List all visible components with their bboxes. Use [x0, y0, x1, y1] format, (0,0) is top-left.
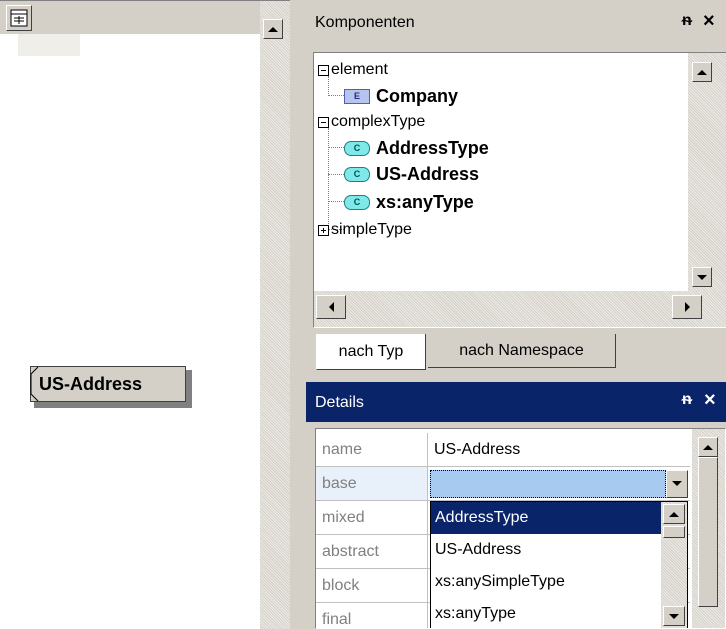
dropdown-option[interactable]: US-Address [431, 534, 687, 566]
details-key: final [316, 603, 428, 628]
details-key: mixed [316, 501, 428, 535]
base-dropdown-list[interactable]: AddressType US-Address xs:anySimpleType … [430, 501, 688, 628]
dropdown-option[interactable]: xs:anyType [431, 598, 687, 628]
diagram-vertical-scrollbar[interactable] [260, 0, 290, 629]
tree-item-label: AddressType [376, 137, 489, 158]
tree-group-simpletype[interactable]: simpleType [318, 218, 412, 242]
tree-connector [328, 174, 344, 175]
node-label: US-Address [39, 373, 143, 394]
tree-content: element E Company complexType C AddressT… [318, 58, 698, 298]
components-panel: Komponenten ᵰ × element E Company comple… [298, 0, 726, 378]
pin-icon[interactable]: ᵰ [682, 12, 692, 30]
tree-scroll-right-button[interactable] [672, 295, 702, 319]
tree-group-complextype[interactable]: complexType [318, 110, 425, 134]
node-bracket-icon [30, 366, 39, 402]
close-icon[interactable]: × [703, 10, 715, 33]
canvas-top-strip [0, 34, 260, 56]
details-value[interactable]: US-Address [428, 433, 690, 467]
element-icon: E [344, 88, 370, 104]
chevron-down-icon [672, 481, 682, 486]
tree-group-label: element [331, 61, 388, 78]
details-row-name[interactable]: name US-Address [316, 433, 690, 467]
details-scroll-thumb[interactable] [698, 457, 718, 607]
complex-type-icon: C [344, 166, 370, 182]
dropdown-option[interactable]: xs:anySimpleType [431, 566, 687, 598]
tree-connector [328, 95, 344, 96]
tree-item-label: xs:anyType [376, 191, 474, 212]
collapse-icon[interactable] [318, 64, 329, 76]
tree-connector [328, 147, 344, 148]
tree-horizontal-scrollbar[interactable] [314, 291, 726, 327]
tree-scroll-left-button[interactable] [316, 295, 346, 319]
tree-group-label: complexType [331, 113, 426, 130]
arrow-up-icon [268, 26, 278, 32]
tab-nach-typ[interactable]: nach Typ [316, 334, 426, 370]
arrow-up-icon [697, 69, 707, 75]
components-tree: element E Company complexType C AddressT… [313, 52, 726, 328]
arrow-down-icon [669, 613, 679, 619]
tab-nach-namespace[interactable]: nach Namespace [428, 334, 616, 368]
panel-border-top [0, 0, 290, 1]
dropdown-scrollbar[interactable] [661, 502, 687, 628]
scroll-up-button[interactable] [263, 19, 283, 39]
arrow-up-icon [703, 444, 713, 450]
details-title-bar: Details ᵰ × [306, 382, 726, 422]
tab-label: nach Namespace [459, 341, 584, 359]
combobox-dropdown-button[interactable] [666, 469, 688, 498]
tree-group-label: simpleType [331, 221, 412, 238]
dropdown-scroll-thumb[interactable] [663, 526, 685, 538]
pin-icon[interactable]: ᵰ [682, 391, 692, 409]
tree-connector [328, 128, 329, 230]
tree-scroll-up-button[interactable] [692, 62, 712, 82]
base-combobox[interactable] [428, 467, 690, 501]
details-key: base [316, 467, 428, 501]
arrow-right-icon [684, 302, 690, 312]
show-globals-icon[interactable] [6, 5, 32, 31]
diagram-canvas [0, 56, 260, 629]
expand-icon[interactable] [318, 224, 329, 236]
tree-item-xs-anytype[interactable]: C xs:anyType [344, 190, 474, 214]
close-icon[interactable]: × [704, 389, 716, 412]
tree-scroll-down-button[interactable] [692, 267, 712, 287]
dropdown-scroll-down-button[interactable] [663, 606, 685, 626]
tree-item-us-address[interactable]: C US-Address [344, 162, 479, 186]
tree-connector [328, 201, 344, 202]
components-title: Komponenten [315, 14, 415, 31]
arrow-left-icon [328, 302, 334, 312]
tree-item-company[interactable]: E Company [344, 84, 458, 108]
complex-type-icon: C [344, 140, 370, 156]
tree-connector [328, 76, 329, 96]
arrow-up-icon [669, 511, 679, 517]
diagram-panel: US-Address [0, 0, 290, 629]
details-key: name [316, 433, 428, 467]
collapse-icon[interactable] [318, 116, 329, 128]
details-key: block [316, 569, 428, 603]
details-panel: Details ᵰ × name US-Address base mixed a… [306, 382, 726, 629]
tree-vertical-scrollbar[interactable] [688, 53, 726, 293]
dropdown-option[interactable]: AddressType [431, 502, 661, 534]
details-key: abstract [316, 535, 428, 569]
tab-label: nach Typ [338, 342, 404, 360]
details-grid: name US-Address base mixed abstract bloc… [315, 428, 726, 629]
tree-item-label: US-Address [376, 163, 480, 184]
dropdown-scroll-up-button[interactable] [663, 504, 685, 524]
us-address-node[interactable]: US-Address [30, 366, 186, 402]
components-title-bar: Komponenten ᵰ × [298, 0, 726, 44]
details-scroll-up-button[interactable] [698, 437, 718, 457]
tree-item-addresstype[interactable]: C AddressType [344, 136, 489, 160]
details-row-base[interactable]: base [316, 467, 690, 501]
base-combobox-field[interactable] [430, 469, 666, 498]
tree-item-label: Company [376, 85, 459, 106]
details-title: Details [315, 394, 364, 411]
arrow-down-icon [697, 274, 707, 280]
complex-type-icon: C [344, 194, 370, 210]
